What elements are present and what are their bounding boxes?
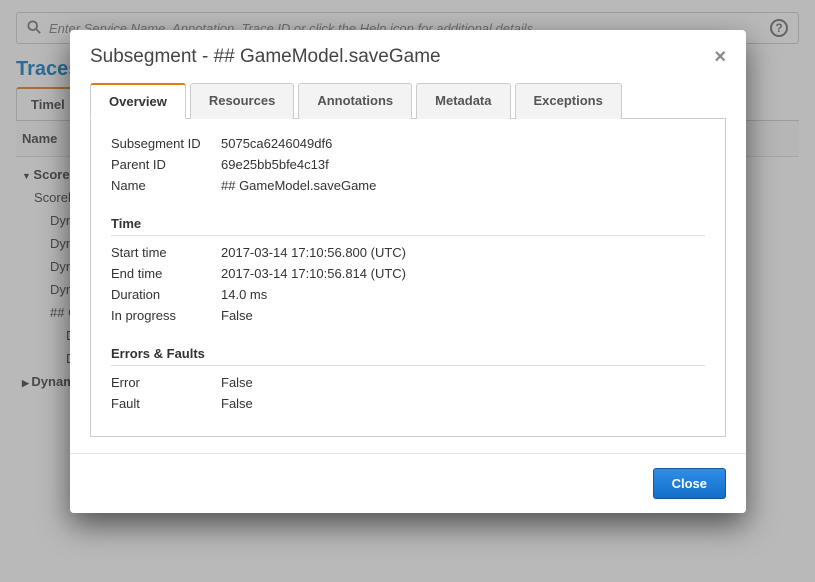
field-row: Duration 14.0 ms (111, 284, 705, 305)
field-key: In progress (111, 308, 221, 323)
section-errors-header: Errors & Faults (111, 340, 705, 366)
field-key: Fault (111, 396, 221, 411)
overview-panel: Subsegment ID 5075ca6246049df6 Parent ID… (90, 119, 726, 437)
field-key: Parent ID (111, 157, 221, 172)
field-value: 2017-03-14 17:10:56.800 (UTC) (221, 245, 406, 260)
modal-body: Overview Resources Annotations Metadata … (70, 82, 746, 453)
modal-footer: Close (70, 453, 746, 513)
field-row: Error False (111, 372, 705, 393)
field-key: Duration (111, 287, 221, 302)
close-button[interactable]: Close (653, 468, 726, 499)
field-key: End time (111, 266, 221, 281)
tab-annotations[interactable]: Annotations (298, 83, 412, 119)
search-icon (27, 20, 41, 37)
field-row: Start time 2017-03-14 17:10:56.800 (UTC) (111, 242, 705, 263)
col-name: Name (22, 131, 57, 146)
field-key: Start time (111, 245, 221, 260)
section-time-header: Time (111, 210, 705, 236)
field-value: False (221, 308, 253, 323)
field-value: False (221, 396, 253, 411)
tab-overview[interactable]: Overview (90, 83, 186, 119)
tab-metadata[interactable]: Metadata (416, 83, 510, 119)
field-row: Parent ID 69e25bb5bfe4c13f (111, 154, 705, 175)
field-value: False (221, 375, 253, 390)
field-row: In progress False (111, 305, 705, 326)
field-value: 14.0 ms (221, 287, 267, 302)
close-icon[interactable]: × (714, 47, 726, 67)
field-value: 5075ca6246049df6 (221, 136, 332, 151)
tab-resources[interactable]: Resources (190, 83, 294, 119)
modal-tabs: Overview Resources Annotations Metadata … (90, 82, 726, 119)
subsegment-modal: Subsegment - ## GameModel.saveGame × Ove… (70, 30, 746, 513)
field-row: Subsegment ID 5075ca6246049df6 (111, 133, 705, 154)
help-icon[interactable]: ? (770, 19, 788, 37)
field-value: 2017-03-14 17:10:56.814 (UTC) (221, 266, 406, 281)
modal-header: Subsegment - ## GameModel.saveGame × (70, 30, 746, 82)
tab-exceptions[interactable]: Exceptions (515, 83, 622, 119)
field-value: 69e25bb5bfe4c13f (221, 157, 329, 172)
modal-title: Subsegment - ## GameModel.saveGame (90, 46, 441, 68)
field-row: End time 2017-03-14 17:10:56.814 (UTC) (111, 263, 705, 284)
field-value: ## GameModel.saveGame (221, 178, 376, 193)
field-key: Error (111, 375, 221, 390)
field-row: Name ## GameModel.saveGame (111, 175, 705, 196)
field-key: Subsegment ID (111, 136, 221, 151)
field-row: Fault False (111, 393, 705, 414)
field-key: Name (111, 178, 221, 193)
